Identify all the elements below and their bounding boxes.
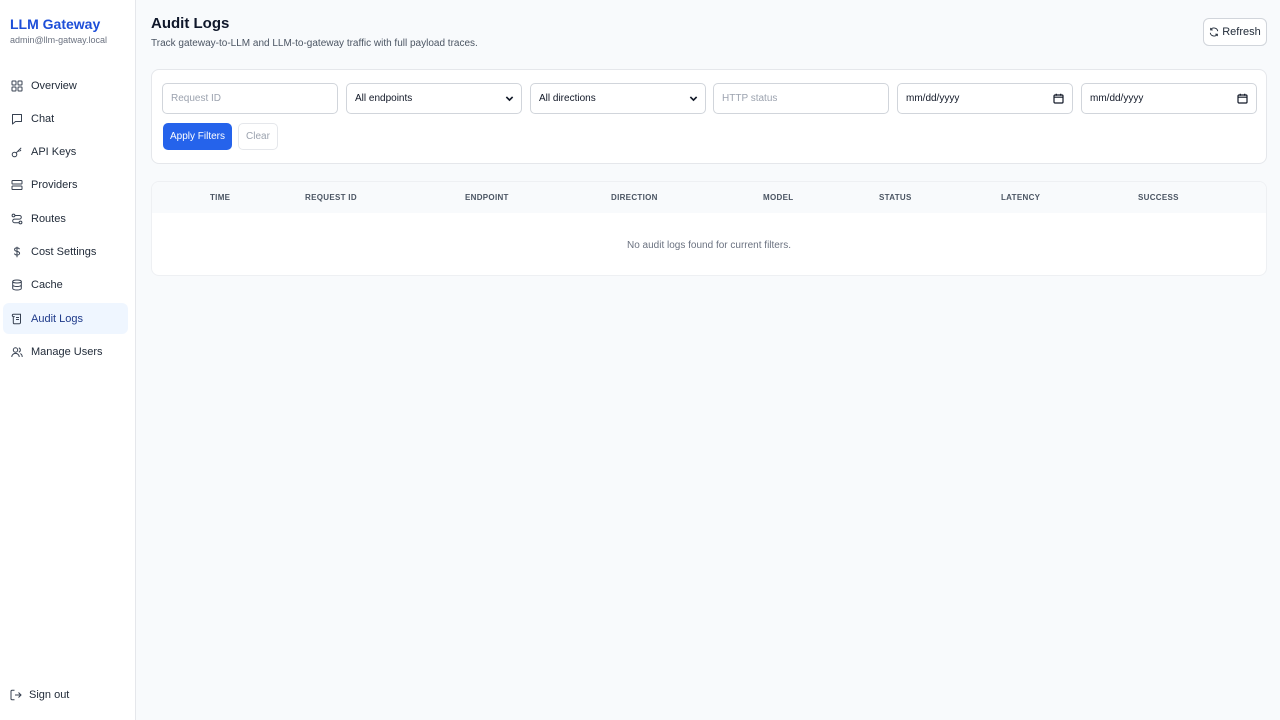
- date-to-input[interactable]: mm/dd/yyyy: [1081, 83, 1257, 114]
- sidebar-item-label: Providers: [31, 179, 78, 192]
- brand-title[interactable]: LLM Gateway: [10, 16, 107, 33]
- users-icon: [11, 346, 23, 358]
- direction-selected: All directions: [539, 93, 596, 104]
- column-header-time: Time: [210, 193, 231, 202]
- sidebar-item-label: API Keys: [31, 146, 77, 159]
- apply-filters-button[interactable]: Apply Filters: [163, 123, 232, 150]
- sidebar-item-label: Cache: [31, 279, 63, 292]
- page-title: Audit Logs: [151, 15, 230, 32]
- date-from-placeholder: mm/dd/yyyy: [906, 93, 960, 104]
- sidebar-item-api-keys[interactable]: API Keys: [3, 137, 128, 168]
- sign-out-icon: [10, 689, 22, 701]
- direction-select[interactable]: All directions: [530, 83, 706, 114]
- key-icon: [11, 146, 23, 158]
- sidebar-item-label: Overview: [31, 79, 77, 92]
- sidebar-item-overview[interactable]: Overview: [3, 70, 128, 101]
- chevron-down-icon: [689, 94, 698, 103]
- table-header: Time Request ID Endpoint Direction Model…: [152, 182, 1266, 213]
- refresh-label: Refresh: [1222, 26, 1261, 38]
- sign-out-button[interactable]: Sign out: [10, 689, 69, 701]
- calendar-icon[interactable]: [1237, 93, 1248, 104]
- endpoint-selected: All endpoints: [355, 93, 413, 104]
- endpoint-select[interactable]: All endpoints: [346, 83, 522, 114]
- request-id-input[interactable]: Request ID: [162, 83, 338, 114]
- sidebar-item-label: Cost Settings: [31, 245, 97, 258]
- sidebar-item-label: Routes: [31, 212, 66, 225]
- grid-icon: [11, 80, 23, 92]
- sidebar-item-label: Manage Users: [31, 345, 103, 358]
- sidebar: LLM Gateway admin@llm-gatway.local Overv…: [0, 0, 136, 720]
- refresh-button[interactable]: Refresh: [1203, 18, 1267, 46]
- user-email: admin@llm-gatway.local: [10, 35, 108, 45]
- column-header-latency: Latency: [1001, 193, 1041, 202]
- sidebar-item-manage-users[interactable]: Manage Users: [3, 336, 128, 367]
- server-icon: [11, 179, 23, 191]
- sidebar-item-providers[interactable]: Providers: [3, 170, 128, 201]
- sidebar-item-label: Audit Logs: [31, 312, 83, 325]
- brand: LLM Gateway admin@llm-gatway.local: [10, 16, 107, 45]
- sidebar-item-label: Chat: [31, 112, 55, 125]
- column-header-direction: Direction: [611, 193, 658, 202]
- database-icon: [11, 279, 23, 291]
- column-header-model: Model: [763, 193, 794, 202]
- route-icon: [11, 213, 23, 225]
- page-subtitle: Track gateway-to-LLM and LLM-to-gateway …: [151, 38, 478, 49]
- refresh-icon: [1209, 27, 1219, 37]
- http-status-input[interactable]: HTTP status: [713, 83, 889, 114]
- sidebar-item-chat[interactable]: Chat: [3, 103, 128, 134]
- request-id-placeholder: Request ID: [171, 93, 222, 104]
- column-header-status: Status: [879, 193, 912, 202]
- sidebar-nav: Overview Chat API Keys Providers Routes: [3, 70, 128, 370]
- chat-icon: [11, 113, 23, 125]
- filters-panel: Request ID All endpoints All directions …: [151, 69, 1267, 164]
- sidebar-item-audit-logs[interactable]: Audit Logs: [3, 303, 128, 335]
- date-to-placeholder: mm/dd/yyyy: [1090, 93, 1144, 104]
- column-header-endpoint: Endpoint: [465, 193, 509, 202]
- date-from-input[interactable]: mm/dd/yyyy: [897, 83, 1073, 114]
- dollar-icon: [11, 246, 23, 258]
- audit-logs-table: Time Request ID Endpoint Direction Model…: [151, 181, 1267, 276]
- sign-out-label: Sign out: [29, 689, 70, 701]
- calendar-icon[interactable]: [1053, 93, 1064, 104]
- scroll-icon: [11, 313, 23, 325]
- chevron-down-icon: [505, 94, 514, 103]
- main-content: Audit Logs Track gateway-to-LLM and LLM-…: [136, 0, 1280, 720]
- sidebar-item-cost-settings[interactable]: Cost Settings: [3, 236, 128, 267]
- sidebar-item-cache[interactable]: Cache: [3, 270, 128, 301]
- http-status-placeholder: HTTP status: [722, 93, 778, 104]
- sidebar-item-routes[interactable]: Routes: [3, 203, 128, 234]
- column-header-success: Success: [1138, 193, 1179, 202]
- empty-state-message: No audit logs found for current filters.: [627, 240, 791, 251]
- clear-filters-button[interactable]: Clear: [238, 123, 278, 150]
- column-header-request-id: Request ID: [305, 193, 357, 202]
